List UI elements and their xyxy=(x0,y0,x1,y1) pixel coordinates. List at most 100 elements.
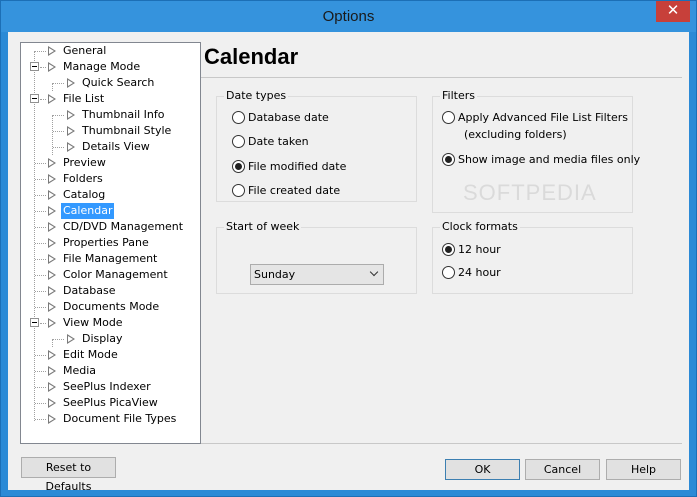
tree-item-cd-dvd-management[interactable]: CD/DVD Management xyxy=(21,219,201,235)
expand-arrow-icon xyxy=(67,334,75,344)
tree-connector xyxy=(35,163,46,164)
tree-item-seeplus-indexer[interactable]: SeePlus Indexer xyxy=(21,379,201,395)
expand-arrow-icon xyxy=(48,286,56,296)
expand-arrow-icon xyxy=(48,270,56,280)
options-tree[interactable]: General Manage Mode Quick Search File Li… xyxy=(20,42,201,444)
tree-item-database[interactable]: Database xyxy=(21,283,201,299)
radio-icon[interactable] xyxy=(232,111,245,124)
expand-arrow-icon xyxy=(48,382,56,392)
tree-item-quick-search[interactable]: Quick Search xyxy=(21,75,201,91)
tree-connector xyxy=(40,67,46,68)
tree-connector xyxy=(40,99,46,100)
date-types-group: Date types Database date Date taken File… xyxy=(216,89,417,202)
tree-item-label: Thumbnail Info xyxy=(82,108,165,121)
watermark: SOFTPEDIA xyxy=(463,180,597,205)
collapse-box-icon[interactable] xyxy=(30,94,39,103)
tree-item-label: View Mode xyxy=(63,316,123,329)
tree-item-details-view[interactable]: Details View xyxy=(21,139,201,155)
tree-connector xyxy=(35,243,46,244)
collapse-box-icon[interactable] xyxy=(30,62,39,71)
tree-item-view-mode[interactable]: View Mode xyxy=(21,315,201,331)
expand-arrow-icon xyxy=(48,62,56,72)
reset-to-defaults-button[interactable]: Reset to Defaults xyxy=(21,457,116,493)
expand-arrow-icon xyxy=(48,222,56,232)
cancel-button[interactable]: Cancel xyxy=(525,459,600,480)
close-button[interactable]: ✕ xyxy=(656,1,690,22)
tree-connector xyxy=(35,371,46,372)
expand-arrow-icon xyxy=(67,142,75,152)
tree-item-properties-pane[interactable]: Properties Pane xyxy=(21,235,201,251)
tree-item-seeplus-picaview[interactable]: SeePlus PicaView xyxy=(21,395,201,411)
tree-item-label: Details View xyxy=(82,140,150,153)
tree-item-label: Media xyxy=(63,364,97,377)
expand-arrow-icon xyxy=(48,366,56,376)
tree-item-calendar[interactable]: Calendar xyxy=(21,203,201,219)
radio-selected-icon[interactable] xyxy=(232,160,245,173)
expand-arrow-icon xyxy=(48,94,56,104)
tree-item-thumbnail-style[interactable]: Thumbnail Style xyxy=(21,123,201,139)
tree-connector xyxy=(35,307,46,308)
tree-item-document-file-types[interactable]: Document File Types xyxy=(21,411,201,427)
radio-icon[interactable] xyxy=(442,111,455,124)
expand-arrow-icon xyxy=(48,350,56,360)
tree-item-label: Display xyxy=(82,332,123,345)
radio-icon[interactable] xyxy=(442,266,455,279)
tree-item-display[interactable]: Display xyxy=(21,331,201,347)
help-button[interactable]: Help xyxy=(606,459,681,480)
tree-connector xyxy=(35,211,46,212)
start-of-week-value: Sunday xyxy=(254,268,296,281)
tree-item-catalog[interactable]: Catalog xyxy=(21,187,201,203)
radio-label: 12 hour xyxy=(458,243,501,256)
tree-item-label: Document File Types xyxy=(63,412,177,425)
tree-item-label: SeePlus Indexer xyxy=(63,380,151,393)
expand-arrow-icon xyxy=(48,318,56,328)
tree-item-label: Color Management xyxy=(63,268,168,281)
date-types-label: Date types xyxy=(224,89,289,102)
tree-item-label: Folders xyxy=(63,172,103,185)
tree-connector xyxy=(53,339,64,340)
tree-connector xyxy=(35,291,46,292)
tree-item-label: Edit Mode xyxy=(63,348,118,361)
tree-item-manage-mode[interactable]: Manage Mode xyxy=(21,59,201,75)
radio-label: Database date xyxy=(248,111,329,124)
clock-formats-label: Clock formats xyxy=(440,220,520,233)
title-bar[interactable]: Options ✕ xyxy=(1,1,696,32)
tree-item-documents-mode[interactable]: Documents Mode xyxy=(21,299,201,315)
ok-button[interactable]: OK xyxy=(445,459,520,480)
radio-icon[interactable] xyxy=(232,184,245,197)
tree-item-file-list[interactable]: File List xyxy=(21,91,201,107)
tree-item-media[interactable]: Media xyxy=(21,363,201,379)
dialog-client: General Manage Mode Quick Search File Li… xyxy=(8,32,689,493)
tree-item-preview[interactable]: Preview xyxy=(21,155,201,171)
tree-item-file-management[interactable]: File Management xyxy=(21,251,201,267)
tree-connector xyxy=(35,195,46,196)
tree-item-edit-mode[interactable]: Edit Mode xyxy=(21,347,201,363)
tree-item-general[interactable]: General xyxy=(21,43,201,59)
radio-label: File modified date xyxy=(248,160,347,173)
tree-item-folders[interactable]: Folders xyxy=(21,171,201,187)
tree-item-label: File Management xyxy=(63,252,158,265)
radio-label: Date taken xyxy=(248,135,309,148)
tree-connector xyxy=(35,275,46,276)
clock-formats-group: Clock formats 12 hour 24 hour xyxy=(432,220,633,294)
tree-item-color-management[interactable]: Color Management xyxy=(21,267,201,283)
radio-icon[interactable] xyxy=(232,135,245,148)
expand-arrow-icon xyxy=(67,78,75,88)
page-title: Calendar xyxy=(204,44,299,69)
collapse-box-icon[interactable] xyxy=(30,318,39,327)
tree-connector xyxy=(35,227,46,228)
expand-arrow-icon xyxy=(67,110,75,120)
tree-item-label: Database xyxy=(63,284,116,297)
expand-arrow-icon xyxy=(48,174,56,184)
tree-item-thumbnail-info[interactable]: Thumbnail Info xyxy=(21,107,201,123)
tree-item-label: File List xyxy=(63,92,105,105)
chevron-down-icon xyxy=(369,267,379,277)
expand-arrow-icon xyxy=(48,302,56,312)
start-of-week-select[interactable]: Sunday xyxy=(250,264,384,285)
expand-arrow-icon xyxy=(48,206,56,216)
tree-item-label: Manage Mode xyxy=(63,60,141,73)
start-of-week-label: Start of week xyxy=(224,220,302,233)
radio-selected-icon[interactable] xyxy=(442,153,455,166)
expand-arrow-icon xyxy=(48,238,56,248)
radio-selected-icon[interactable] xyxy=(442,243,455,256)
